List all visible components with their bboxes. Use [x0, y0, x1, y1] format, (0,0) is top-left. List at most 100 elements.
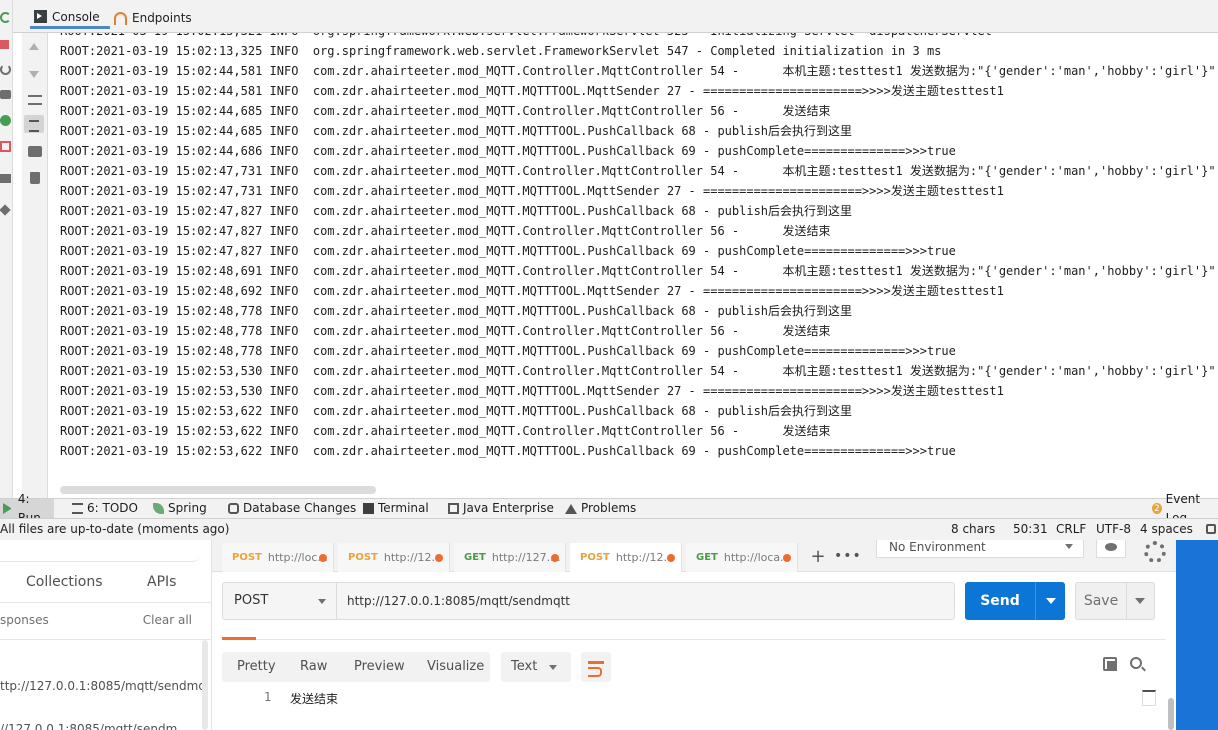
tool-problems-label: Problems — [581, 501, 637, 515]
log-line: ROOT:2021-03-19 15:02:44,581 INFO com.zd… — [60, 64, 1216, 78]
sidebar-tabs: Collections APIs — [0, 562, 212, 602]
response-body[interactable]: 1 发送结束 — [222, 690, 1156, 730]
format-select[interactable]: Text — [501, 652, 571, 682]
tool-database-changes[interactable]: Database Changes — [228, 499, 356, 518]
log-line: ROOT:2021-03-19 15:02:48,778 INFO com.zd… — [60, 344, 956, 358]
stop-icon[interactable] — [0, 40, 9, 49]
sidebar-scrollbar[interactable] — [202, 640, 208, 730]
unsaved-dot-icon — [783, 554, 791, 562]
gear-icon[interactable] — [1138, 540, 1166, 563]
tab-collections[interactable]: Collections — [26, 574, 103, 590]
restore-icon[interactable] — [0, 64, 11, 75]
status-chars[interactable]: 8 chars — [951, 519, 995, 540]
request-tab-active[interactable]: POST http://12... — [570, 543, 682, 572]
run-icon — [3, 503, 14, 514]
tool-run[interactable]: 4: Run — [0, 492, 54, 525]
history-item[interactable]: //127.0.0.1:8085/mqtt/sendm — [0, 722, 177, 730]
copy-icon[interactable] — [1103, 657, 1117, 671]
log-line: ROOT:2021-03-19 15:02:47,731 INFO com.zd… — [60, 164, 1216, 178]
tab-endpoints[interactable]: Endpoints — [110, 7, 200, 29]
log-line: ROOT:2021-03-19 15:02:53,530 INFO com.zd… — [60, 364, 1216, 378]
view-visualize[interactable]: Visualize — [427, 652, 484, 682]
request-tabs: POST http://loc... POST http://12... GET… — [212, 540, 1176, 572]
database-icon — [228, 503, 239, 514]
request-tab[interactable]: POST http://loc... — [222, 543, 334, 572]
response-scrollbar[interactable] — [1168, 698, 1174, 730]
spring-icon — [153, 503, 164, 514]
view-pretty[interactable]: Pretty — [237, 652, 276, 682]
sidebar-search-area — [0, 540, 200, 562]
camera-icon[interactable] — [0, 90, 11, 99]
horizontal-scrollbar[interactable] — [60, 486, 376, 494]
status-line-separator[interactable]: CRLF — [1056, 519, 1086, 540]
tool-spring[interactable]: Spring — [153, 499, 207, 518]
view-raw[interactable]: Raw — [300, 652, 327, 682]
tab-apis[interactable]: APIs — [147, 574, 176, 590]
url-input[interactable]: http://127.0.0.1:8085/mqtt/sendmqtt — [337, 582, 955, 620]
console-toolbar — [22, 33, 48, 498]
postman-sidebar: Collections APIs sponses Clear all ttp:/… — [0, 540, 212, 730]
scroll-to-end-icon[interactable] — [24, 115, 44, 133]
environment-select[interactable]: No Environment — [876, 540, 1084, 558]
unsaved-dot-icon — [667, 554, 675, 562]
view-preview[interactable]: Preview — [354, 652, 405, 682]
send-button[interactable]: Send — [965, 582, 1035, 620]
status-cursor-position[interactable]: 50:31 — [1013, 519, 1048, 540]
tool-spring-label: Spring — [168, 501, 207, 515]
login-icon[interactable] — [0, 141, 11, 152]
search-icon[interactable] — [1130, 657, 1142, 669]
new-tab-button[interactable]: + — [806, 546, 830, 568]
send-options-button[interactable] — [1035, 582, 1065, 620]
layout-icon[interactable] — [0, 174, 11, 183]
log-line: ROOT:2021-03-19 15:02:53,622 INFO com.zd… — [60, 404, 853, 418]
todo-icon — [72, 503, 83, 514]
method-select[interactable]: POST — [222, 582, 337, 620]
request-tab-method: POST — [348, 552, 378, 563]
tool-todo[interactable]: 6: TODO — [72, 499, 138, 518]
java-enterprise-icon — [448, 503, 459, 514]
screen: Console Endpoints ROOT:2021-03-19 15:02:… — [0, 0, 1218, 730]
trash-icon[interactable] — [30, 172, 40, 184]
tab-console[interactable]: Console — [30, 7, 110, 29]
soft-wrap-icon[interactable] — [28, 95, 42, 105]
log-line: ROOT:2021-03-19 15:02:44,685 INFO com.zd… — [60, 104, 831, 118]
request-tab-method: POST — [232, 552, 262, 563]
unsaved-dot-icon — [319, 554, 327, 562]
history-header: sponses Clear all — [0, 602, 212, 640]
wrap-lines-icon[interactable] — [581, 652, 611, 682]
tool-problems[interactable]: Problems — [565, 499, 636, 518]
eye-icon[interactable] — [1096, 540, 1126, 558]
lock-icon[interactable] — [1206, 524, 1216, 534]
request-tab[interactable]: GET http://loca... — [686, 543, 798, 572]
request-tab[interactable]: GET http://127.... — [454, 543, 566, 572]
run-toolbar — [0, 0, 13, 498]
arrow-up-icon[interactable] — [29, 43, 39, 50]
request-tab-url: http://loca... — [723, 551, 791, 564]
tool-event-log[interactable]: 2 Event Log — [1152, 492, 1218, 525]
rerun-icon[interactable] — [0, 12, 11, 23]
pin-icon[interactable] — [0, 204, 11, 216]
log-line: ROOT:2021-03-19 15:02:47,827 INFO com.zd… — [60, 224, 831, 238]
history-item[interactable]: ttp://127.0.0.1:8085/mqtt/sendmq — [0, 679, 206, 693]
log-line: ROOT:2021-03-19 15:02:48,692 INFO com.zd… — [60, 284, 1004, 298]
log-line: ROOT:2021-03-19 15:02:47,827 INFO com.zd… — [60, 244, 956, 258]
print-icon[interactable] — [28, 146, 42, 157]
arrow-down-icon[interactable] — [29, 71, 39, 78]
status-indent[interactable]: 4 spaces — [1140, 519, 1193, 540]
status-encoding[interactable]: UTF-8 — [1096, 519, 1131, 540]
clear-all-button[interactable]: Clear all — [143, 613, 192, 627]
save-options-button[interactable] — [1127, 582, 1155, 620]
console-output[interactable]: ROOT:2021-03-19 15:02:13,321 INFO org.sp… — [49, 33, 1218, 498]
request-tab-method: POST — [580, 551, 610, 563]
terminal-icon — [363, 503, 374, 514]
save-button[interactable]: Save — [1075, 582, 1127, 620]
tool-terminal[interactable]: Terminal — [363, 499, 429, 518]
settings-icon[interactable] — [0, 115, 11, 126]
tool-java-enterprise-label: Java Enterprise — [463, 501, 554, 515]
tool-java-enterprise[interactable]: Java Enterprise — [448, 499, 554, 518]
warning-icon — [565, 503, 577, 514]
format-value: Text — [511, 659, 538, 674]
more-tabs-button[interactable]: ••• — [834, 546, 861, 568]
request-tab[interactable]: POST http://12... — [338, 543, 450, 572]
divider — [222, 639, 1166, 640]
